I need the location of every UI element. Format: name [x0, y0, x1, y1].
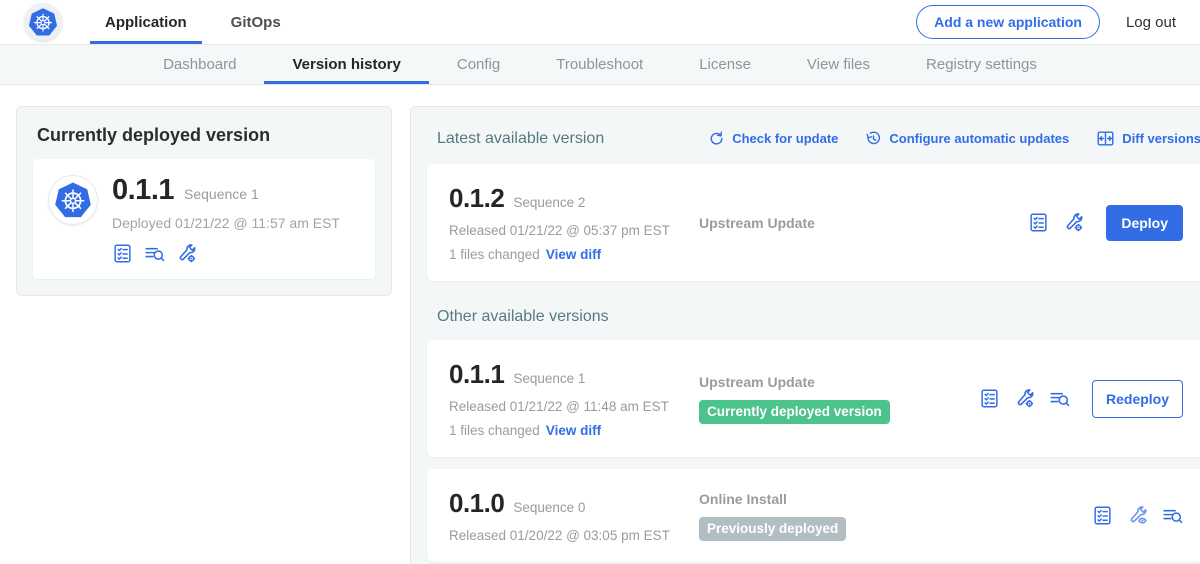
subnav-registry-settings[interactable]: Registry settings — [898, 45, 1065, 84]
version-source-label: Upstream Update — [699, 374, 979, 390]
view-diff-link[interactable]: View diff — [546, 423, 601, 438]
refresh-icon — [708, 130, 725, 147]
config-icon[interactable] — [1014, 388, 1035, 409]
configure-updates-label: Configure automatic updates — [889, 131, 1069, 146]
sequence-label: Sequence 1 — [513, 371, 585, 386]
check-for-update-link[interactable]: Check for update — [708, 130, 838, 147]
diff-icon — [1096, 129, 1115, 148]
tab-gitops[interactable]: GitOps — [216, 0, 296, 44]
logout-button[interactable]: Log out — [1126, 14, 1176, 31]
files-changed-label: 1 files changed — [449, 423, 540, 438]
released-timestamp: Released 01/21/22 @ 11:48 am EST — [449, 399, 699, 414]
version-number: 0.1.0 — [449, 488, 504, 519]
view-diff-link[interactable]: View diff — [546, 247, 601, 262]
version-source-label: Upstream Update — [699, 215, 979, 231]
subnav-version-history[interactable]: Version history — [264, 45, 428, 84]
tab-application-label: Application — [105, 14, 187, 31]
release-notes-icon[interactable] — [1092, 505, 1113, 526]
version-number: 0.1.2 — [449, 183, 504, 214]
deployed-panel-title: Currently deployed version — [37, 125, 375, 146]
deployed-version-number: 0.1.1 — [112, 174, 174, 207]
subnav-view-files[interactable]: View files — [779, 45, 898, 84]
deploy-button[interactable]: Deploy — [1106, 205, 1183, 241]
tab-gitops-label: GitOps — [231, 14, 281, 31]
version-row-0-1-2: 0.1.2 Sequence 2 Released 01/21/22 @ 05:… — [427, 164, 1200, 281]
deployed-sequence-label: Sequence 1 — [184, 186, 259, 202]
previously-deployed-badge: Previously deployed — [699, 517, 846, 541]
app-subnav: Dashboard Version history Config Trouble… — [0, 45, 1200, 85]
released-timestamp: Released 01/21/22 @ 05:37 pm EST — [449, 223, 699, 238]
release-notes-icon[interactable] — [1028, 212, 1049, 233]
top-navbar: Application GitOps Add a new application… — [0, 0, 1200, 45]
tab-application[interactable]: Application — [90, 0, 202, 44]
sequence-label: Sequence 2 — [513, 195, 585, 210]
files-changed-label: 1 files changed — [449, 247, 540, 262]
view-logs-icon[interactable] — [144, 243, 165, 264]
redeploy-button[interactable]: Redeploy — [1092, 380, 1183, 418]
subnav-troubleshoot[interactable]: Troubleshoot — [528, 45, 671, 84]
check-for-update-label: Check for update — [732, 131, 838, 146]
release-notes-icon[interactable] — [979, 388, 1000, 409]
deployed-version-card: 0.1.1 Sequence 1 Deployed 01/21/22 @ 11:… — [33, 159, 375, 279]
add-application-button[interactable]: Add a new application — [916, 5, 1100, 39]
kubernetes-logo-icon — [54, 181, 92, 219]
configure-updates-link[interactable]: Configure automatic updates — [865, 130, 1069, 147]
diff-versions-label: Diff versions — [1122, 131, 1200, 146]
released-timestamp: Released 01/20/22 @ 03:05 pm EST — [449, 528, 699, 543]
currently-deployed-panel: Currently deployed version 0.1.1 Sequenc… — [16, 106, 392, 296]
subnav-config[interactable]: Config — [429, 45, 528, 84]
kubernetes-logo-icon — [28, 7, 58, 37]
app-avatar — [49, 176, 97, 224]
config-icon[interactable] — [1063, 212, 1084, 233]
available-versions-panel: Latest available version Check for updat… — [410, 106, 1200, 564]
config-icon[interactable] — [176, 243, 197, 264]
other-versions-title: Other available versions — [437, 308, 1200, 326]
version-row-0-1-0: 0.1.0 Sequence 0 Released 01/20/22 @ 03:… — [427, 469, 1200, 562]
diff-versions-link[interactable]: Diff versions — [1096, 129, 1200, 148]
version-source-label: Online Install — [699, 491, 979, 507]
sequence-label: Sequence 0 — [513, 500, 585, 515]
schedule-icon — [865, 130, 882, 147]
view-logs-icon[interactable] — [1049, 388, 1070, 409]
app-logo — [24, 3, 62, 41]
deployed-timestamp: Deployed 01/21/22 @ 11:57 am EST — [112, 215, 340, 231]
version-row-0-1-1: 0.1.1 Sequence 1 Released 01/21/22 @ 11:… — [427, 340, 1200, 457]
version-number: 0.1.1 — [449, 359, 504, 390]
release-notes-icon[interactable] — [112, 243, 133, 264]
preflight-icon[interactable] — [1127, 505, 1148, 526]
latest-available-title: Latest available version — [437, 130, 604, 148]
subnav-license[interactable]: License — [671, 45, 779, 84]
view-logs-icon[interactable] — [1162, 505, 1183, 526]
currently-deployed-badge: Currently deployed version — [699, 400, 890, 424]
subnav-dashboard[interactable]: Dashboard — [135, 45, 264, 84]
